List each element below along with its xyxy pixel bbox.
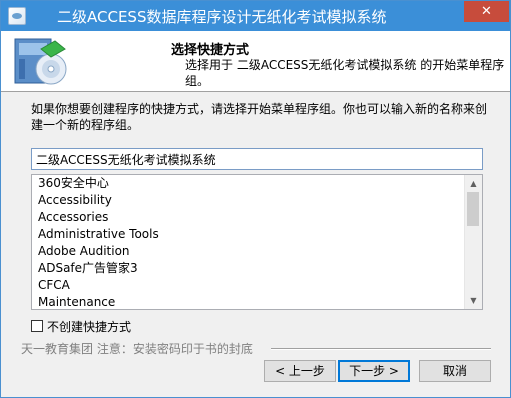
close-button[interactable]: ✕ bbox=[464, 1, 509, 22]
back-button[interactable]: < 上一步 bbox=[264, 360, 336, 382]
program-group-items: 360安全中心 Accessibility Accessories Admini… bbox=[32, 175, 465, 309]
list-item[interactable]: Administrative Tools bbox=[32, 226, 465, 243]
list-item[interactable]: ADSafe广告管家3 bbox=[32, 260, 465, 277]
no-shortcut-option[interactable]: 不创建快捷方式 bbox=[31, 318, 131, 334]
step-title: 选择快捷方式 bbox=[171, 43, 250, 58]
no-shortcut-label[interactable]: 不创建快捷方式 bbox=[47, 318, 131, 335]
list-item[interactable]: Accessibility bbox=[32, 192, 465, 209]
no-shortcut-checkbox[interactable] bbox=[31, 320, 43, 332]
cancel-button[interactable]: 取消 bbox=[419, 360, 491, 382]
next-button[interactable]: 下一步 > bbox=[338, 360, 410, 382]
list-item[interactable]: CFCA bbox=[32, 277, 465, 294]
vertical-scrollbar[interactable]: ▲ ▼ bbox=[464, 175, 482, 309]
setup-disc-icon bbox=[14, 38, 67, 85]
list-item[interactable]: 360安全中心 bbox=[32, 175, 465, 192]
footer-divider bbox=[271, 348, 491, 350]
scroll-up-icon[interactable]: ▲ bbox=[465, 175, 482, 192]
scroll-thumb[interactable] bbox=[467, 192, 479, 226]
scroll-down-icon[interactable]: ▼ bbox=[465, 292, 482, 309]
app-icon bbox=[8, 7, 26, 25]
list-item[interactable]: Maintenance bbox=[32, 294, 465, 309]
list-item[interactable]: Adobe Audition bbox=[32, 243, 465, 260]
installer-window: 二级ACCESS数据库程序设计无纸化考试模拟系统 ✕ 选择快捷方式 选择用于 二… bbox=[0, 0, 511, 398]
brand-note: 天一教育集团 注意：安装密码印于书的封底 bbox=[21, 342, 253, 356]
list-item[interactable]: Accessories bbox=[32, 209, 465, 226]
window-title: 二级ACCESS数据库程序设计无纸化考试模拟系统 bbox=[57, 8, 387, 26]
program-group-list[interactable]: 360安全中心 Accessibility Accessories Admini… bbox=[31, 174, 483, 310]
program-group-input[interactable] bbox=[31, 148, 483, 170]
wizard-header: 选择快捷方式 选择用于 二级ACCESS无纸化考试模拟系统 的开始菜单程序组。 bbox=[1, 31, 510, 92]
instruction-text: 如果你想要创建程序的快捷方式，请选择开始菜单程序组。你也可以输入新的名称来创建一… bbox=[31, 102, 488, 132]
title-bar[interactable]: 二级ACCESS数据库程序设计无纸化考试模拟系统 ✕ bbox=[1, 1, 510, 31]
step-subtitle: 选择用于 二级ACCESS无纸化考试模拟系统 的开始菜单程序组。 bbox=[185, 58, 505, 88]
